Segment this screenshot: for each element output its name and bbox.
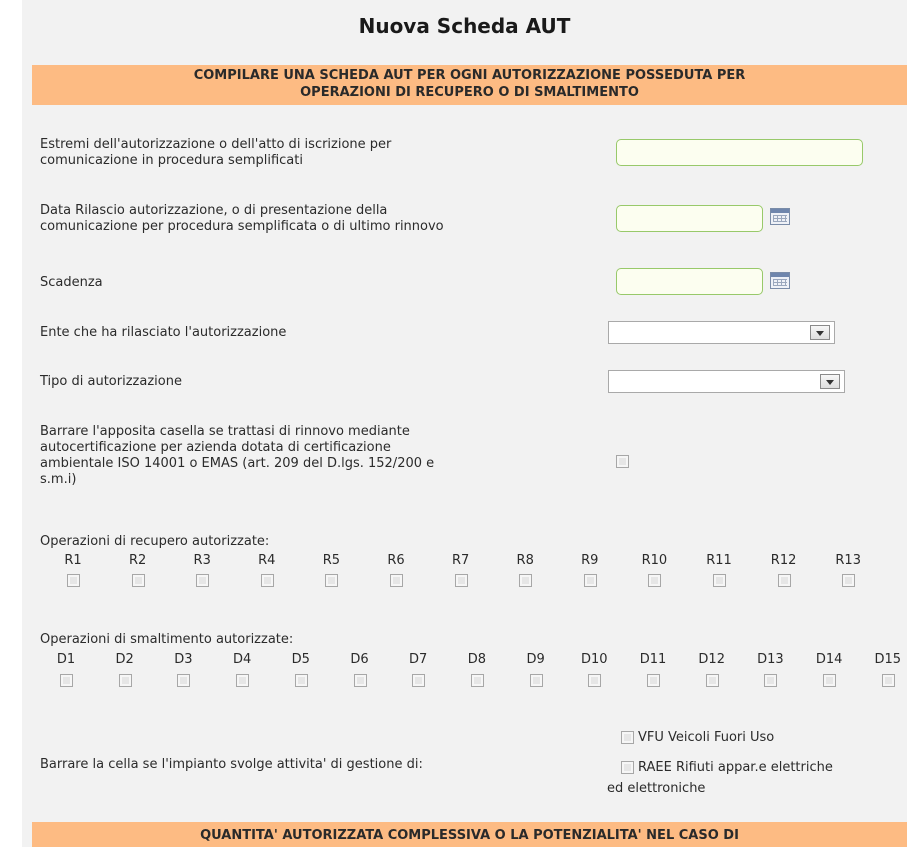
op-checkbox-d12[interactable] — [705, 674, 719, 687]
op-label-r13: R13 — [835, 553, 861, 568]
op-checkbox-d8[interactable] — [470, 674, 484, 687]
op-label-d12: D12 — [698, 652, 725, 667]
op-checkbox-r2[interactable] — [131, 574, 145, 587]
op-checkbox-d15[interactable] — [881, 674, 895, 687]
op-label-r1: R1 — [64, 553, 82, 568]
op-checkbox-d3[interactable] — [177, 674, 191, 687]
op-label-d6: D6 — [350, 652, 369, 667]
op-checkbox-d9[interactable] — [529, 674, 543, 687]
scadenza-input[interactable] — [616, 268, 763, 295]
op-label-d1: D1 — [56, 652, 76, 667]
op-label-d9: D9 — [526, 652, 545, 667]
op-checkbox-d6[interactable] — [353, 674, 367, 687]
op-label-r3: R3 — [193, 553, 211, 568]
op-label-d11: D11 — [639, 652, 667, 667]
op-label-r2: R2 — [128, 553, 147, 568]
op-label-d4: D4 — [232, 652, 252, 667]
rinnovo-checkbox[interactable] — [616, 455, 629, 468]
banner-line-1: COMPILARE UNA SCHEDA AUT PER OGNI AUTORI… — [193, 68, 746, 83]
data-rilascio-label: Data Rilascio autorizzazione, o di prese… — [40, 203, 444, 234]
op-checkbox-r1[interactable] — [67, 574, 80, 587]
op-checkbox-d10[interactable] — [588, 674, 602, 687]
op-checkbox-d13[interactable] — [764, 674, 778, 687]
form-panel: Nuova Scheda AUT COMPILARE UNA SCHEDA AU… — [22, 0, 907, 847]
op-label-r11: R11 — [706, 553, 732, 568]
data-rilascio-input[interactable] — [616, 205, 763, 232]
op-label-d14: D14 — [815, 652, 843, 667]
op-label-r8: R8 — [516, 553, 534, 568]
scadenza-label: Scadenza — [40, 275, 103, 290]
page-title: Nuova Scheda AUT — [358, 14, 571, 38]
op-checkbox-r10[interactable] — [648, 574, 662, 587]
tipo-label: Tipo di autorizzazione — [40, 374, 182, 389]
op-label-r6: R6 — [387, 553, 405, 568]
section-banner: COMPILARE UNA SCHEDA AUT PER OGNI AUTORI… — [32, 65, 907, 105]
estremi-input[interactable] — [616, 139, 863, 166]
op-checkbox-r3[interactable] — [196, 574, 210, 587]
op-checkbox-r12[interactable] — [777, 574, 791, 587]
op-label-d5: D5 — [291, 652, 310, 667]
chevron-down-icon[interactable] — [810, 325, 830, 340]
estremi-label: Estremi dell'autorizzazione o dell'atto … — [40, 137, 392, 168]
op-checkbox-r9[interactable] — [583, 574, 597, 587]
section-banner-quantita: QUANTITA' AUTORIZZATA COMPLESSIVA O LA P… — [32, 822, 907, 847]
op-label-r9: R9 — [581, 553, 599, 568]
op-checkbox-r13[interactable] — [842, 574, 856, 587]
rinnovo-label: Barrare l'apposita casella se trattasi d… — [40, 424, 435, 487]
banner-line-2: OPERAZIONI DI RECUPERO O DI SMALTIMENTO — [300, 85, 639, 100]
raee-checkbox[interactable] — [621, 761, 634, 774]
op-checkbox-r4[interactable] — [260, 574, 274, 587]
gestione-label: Barrare la cella se l'impianto svolge at… — [40, 757, 423, 772]
smaltimento-label: Operazioni di smaltimento autorizzate: — [40, 632, 294, 647]
op-checkbox-d5[interactable] — [294, 674, 308, 687]
vfu-checkbox[interactable] — [621, 731, 634, 744]
calendar-icon[interactable] — [770, 272, 790, 289]
op-label-r4: R4 — [258, 553, 276, 568]
op-checkbox-r7[interactable] — [454, 574, 468, 587]
op-checkbox-d4[interactable] — [236, 674, 250, 687]
op-label-d3: D3 — [174, 652, 193, 667]
op-label-d10: D10 — [581, 652, 608, 667]
op-label-r7: R7 — [451, 553, 470, 568]
op-checkbox-r6[interactable] — [390, 574, 403, 587]
chevron-down-icon[interactable] — [820, 374, 840, 389]
vfu-label: VFU Veicoli Fuori Uso — [638, 730, 775, 745]
raee-label-2: ed elettroniche — [607, 781, 706, 796]
op-label-d7: D7 — [409, 652, 428, 667]
op-checkbox-d1[interactable] — [60, 674, 73, 687]
recupero-label: Operazioni di recupero autorizzate: — [40, 534, 270, 549]
ente-label: Ente che ha rilasciato l'autorizzazione — [40, 325, 287, 340]
op-checkbox-d7[interactable] — [412, 674, 426, 687]
op-label-r12: R12 — [770, 553, 797, 568]
op-label-r10: R10 — [641, 553, 668, 568]
op-label-d15: D15 — [874, 652, 902, 667]
op-label-r5: R5 — [322, 553, 341, 568]
op-checkbox-d11[interactable] — [647, 674, 660, 687]
tipo-select[interactable] — [608, 370, 845, 393]
raee-label-1: RAEE Rifiuti appar.e elettriche — [638, 760, 833, 775]
op-label-d2: D2 — [115, 652, 134, 667]
op-checkbox-r11[interactable] — [713, 574, 726, 587]
ente-select[interactable] — [608, 321, 835, 344]
op-checkbox-r5[interactable] — [325, 574, 339, 587]
op-label-d8: D8 — [467, 652, 487, 667]
calendar-icon[interactable] — [770, 208, 790, 225]
op-checkbox-r8[interactable] — [519, 574, 533, 587]
op-checkbox-d14[interactable] — [823, 674, 837, 687]
op-label-d13: D13 — [757, 652, 784, 667]
op-checkbox-d2[interactable] — [118, 674, 132, 687]
